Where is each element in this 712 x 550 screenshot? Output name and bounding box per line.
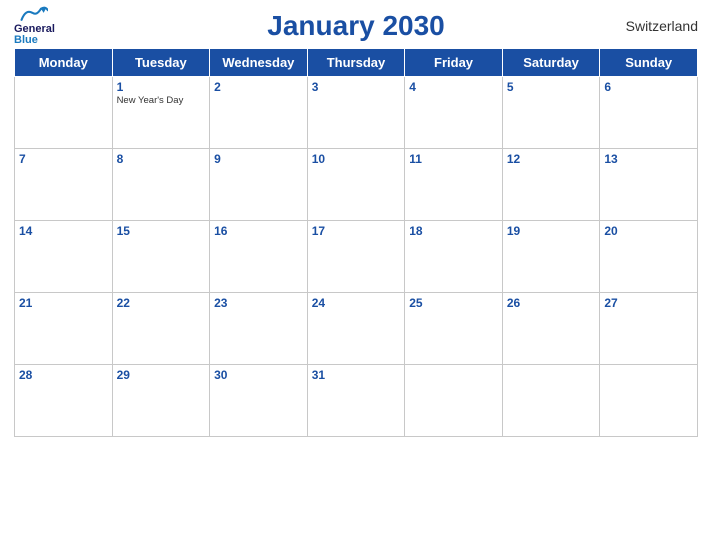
calendar-cell: 19 [502, 221, 600, 293]
calendar-title: January 2030 [267, 10, 444, 42]
calendar-container: General Blue January 2030 Switzerland Mo… [0, 0, 712, 550]
day-number: 28 [19, 368, 108, 382]
calendar-cell: 1New Year's Day [112, 77, 210, 149]
day-number: 1 [117, 80, 206, 94]
dow-header-thursday: Thursday [307, 49, 405, 77]
day-number: 22 [117, 296, 206, 310]
day-number: 5 [507, 80, 596, 94]
day-number: 20 [604, 224, 693, 238]
logo-blue: Blue [14, 35, 38, 46]
logo-icon [20, 6, 48, 24]
calendar-cell: 9 [210, 149, 308, 221]
day-number: 19 [507, 224, 596, 238]
week-row-3: 14 15 16 17 18 19 20 [15, 221, 698, 293]
week-row-2: 789 10 11 12 13 [15, 149, 698, 221]
logo-text: General Blue [14, 24, 55, 46]
day-number: 21 [19, 296, 108, 310]
day-number: 26 [507, 296, 596, 310]
calendar-cell: 13 [600, 149, 698, 221]
calendar-cell [600, 365, 698, 437]
dow-header-sunday: Sunday [600, 49, 698, 77]
calendar-cell: 15 [112, 221, 210, 293]
calendar-cell: 18 [405, 221, 503, 293]
dow-header-wednesday: Wednesday [210, 49, 308, 77]
calendar-cell: 17 [307, 221, 405, 293]
day-number: 10 [312, 152, 401, 166]
calendar-cell: 26 [502, 293, 600, 365]
calendar-cell: 25 [405, 293, 503, 365]
week-row-4: 21 22 23 24 25 26 27 [15, 293, 698, 365]
calendar-cell [405, 365, 503, 437]
calendar-cell: 27 [600, 293, 698, 365]
day-number: 8 [117, 152, 206, 166]
day-number: 16 [214, 224, 303, 238]
dow-header-friday: Friday [405, 49, 503, 77]
calendar-cell: 23 [210, 293, 308, 365]
calendar-cell: 16 [210, 221, 308, 293]
logo: General Blue [14, 6, 55, 46]
calendar-cell: 31 [307, 365, 405, 437]
day-number: 11 [409, 152, 498, 166]
calendar-table: MondayTuesdayWednesdayThursdayFridaySatu… [14, 48, 698, 437]
day-number: 2 [214, 80, 303, 94]
day-number: 6 [604, 80, 693, 94]
calendar-header: General Blue January 2030 Switzerland [14, 10, 698, 42]
calendar-cell: 5 [502, 77, 600, 149]
calendar-cell: 30 [210, 365, 308, 437]
day-number: 31 [312, 368, 401, 382]
day-number: 9 [214, 152, 303, 166]
calendar-cell: 22 [112, 293, 210, 365]
day-number: 12 [507, 152, 596, 166]
day-number: 18 [409, 224, 498, 238]
calendar-cell [15, 77, 113, 149]
calendar-cell: 3 [307, 77, 405, 149]
calendar-cell: 14 [15, 221, 113, 293]
calendar-cell: 8 [112, 149, 210, 221]
calendar-cell: 20 [600, 221, 698, 293]
calendar-cell: 11 [405, 149, 503, 221]
calendar-cell: 10 [307, 149, 405, 221]
day-number: 13 [604, 152, 693, 166]
day-number: 27 [604, 296, 693, 310]
dow-header-saturday: Saturday [502, 49, 600, 77]
day-number: 7 [19, 152, 108, 166]
calendar-cell [502, 365, 600, 437]
day-number: 4 [409, 80, 498, 94]
day-number: 14 [19, 224, 108, 238]
holiday-label: New Year's Day [117, 95, 206, 106]
week-row-1: 1New Year's Day 23456 [15, 77, 698, 149]
calendar-cell: 6 [600, 77, 698, 149]
calendar-cell: 4 [405, 77, 503, 149]
day-number: 23 [214, 296, 303, 310]
calendar-cell: 28 [15, 365, 113, 437]
day-number: 25 [409, 296, 498, 310]
day-number: 17 [312, 224, 401, 238]
week-row-5: 28 29 30 31 [15, 365, 698, 437]
calendar-cell: 12 [502, 149, 600, 221]
calendar-cell: 24 [307, 293, 405, 365]
day-number: 24 [312, 296, 401, 310]
day-number: 15 [117, 224, 206, 238]
dow-header-monday: Monday [15, 49, 113, 77]
calendar-cell: 21 [15, 293, 113, 365]
day-number: 30 [214, 368, 303, 382]
country-label: Switzerland [626, 18, 698, 34]
calendar-cell: 2 [210, 77, 308, 149]
day-number: 29 [117, 368, 206, 382]
calendar-cell: 7 [15, 149, 113, 221]
calendar-header-row: MondayTuesdayWednesdayThursdayFridaySatu… [15, 49, 698, 77]
calendar-cell: 29 [112, 365, 210, 437]
dow-header-tuesday: Tuesday [112, 49, 210, 77]
day-number: 3 [312, 80, 401, 94]
